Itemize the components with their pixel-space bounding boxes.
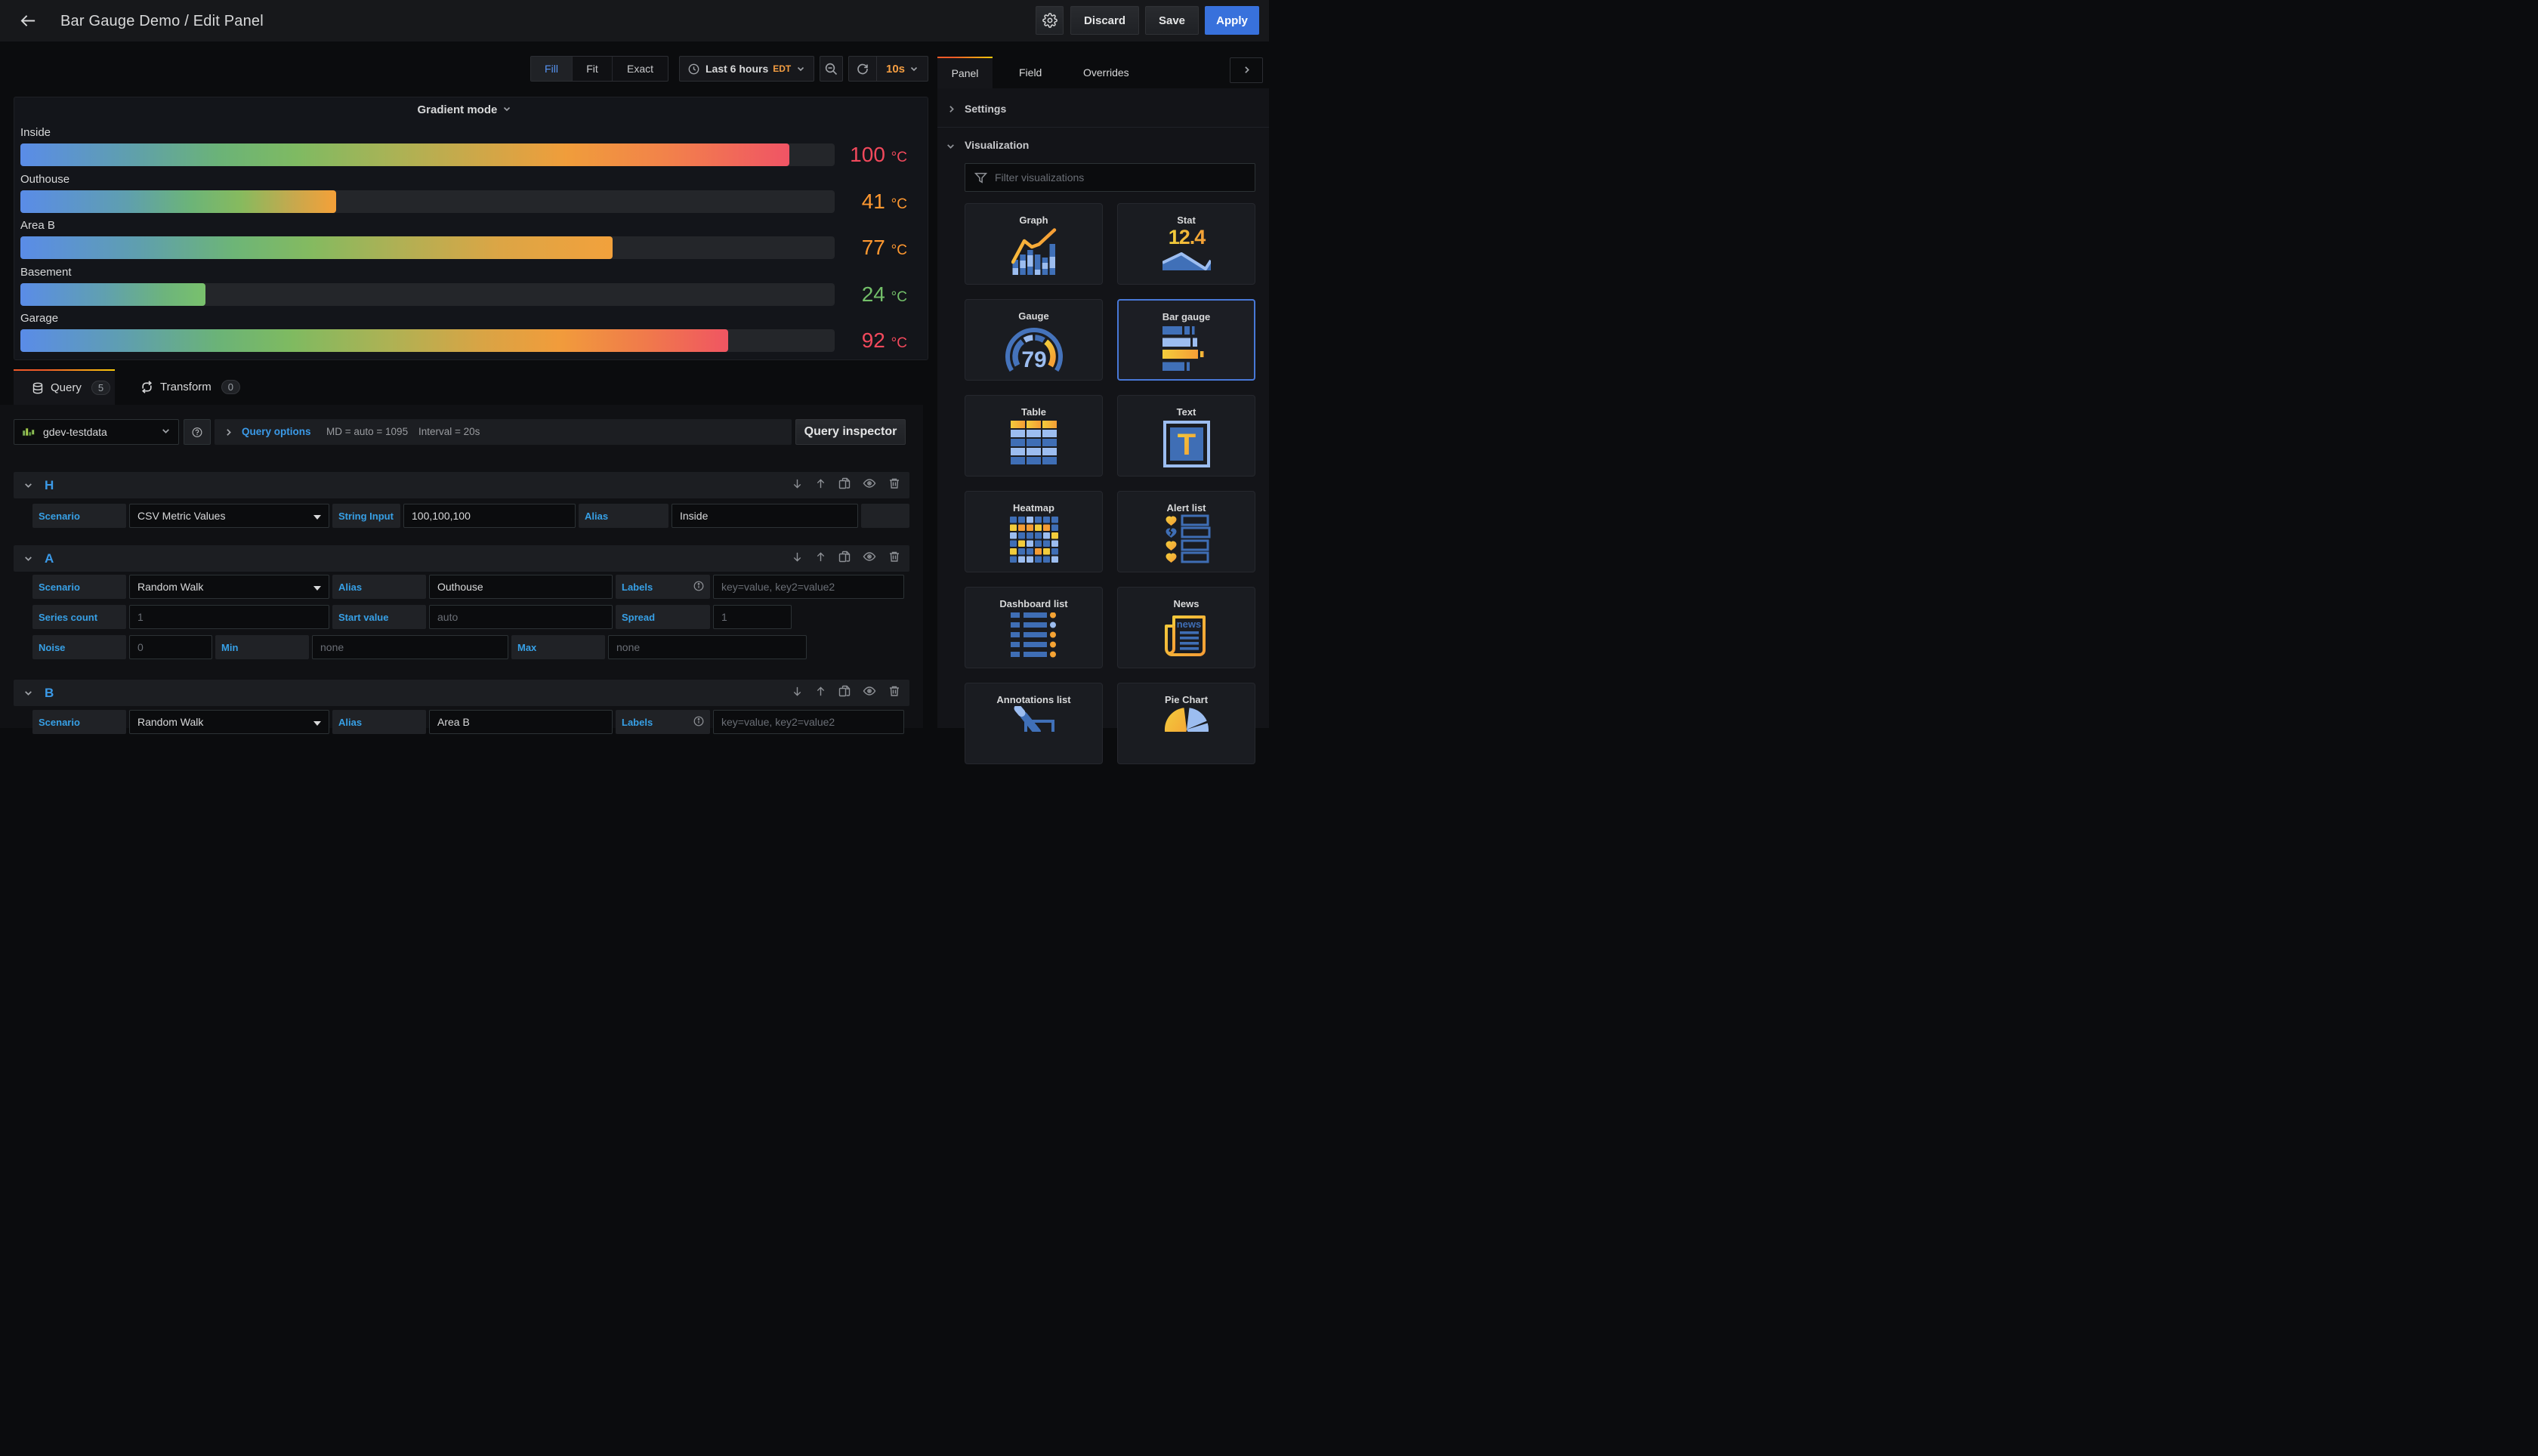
svg-text:79: 79 <box>1021 347 1046 372</box>
svg-text:news: news <box>1176 618 1201 630</box>
svg-text:T: T <box>1177 428 1195 461</box>
svg-text:12.4: 12.4 <box>1168 229 1206 248</box>
